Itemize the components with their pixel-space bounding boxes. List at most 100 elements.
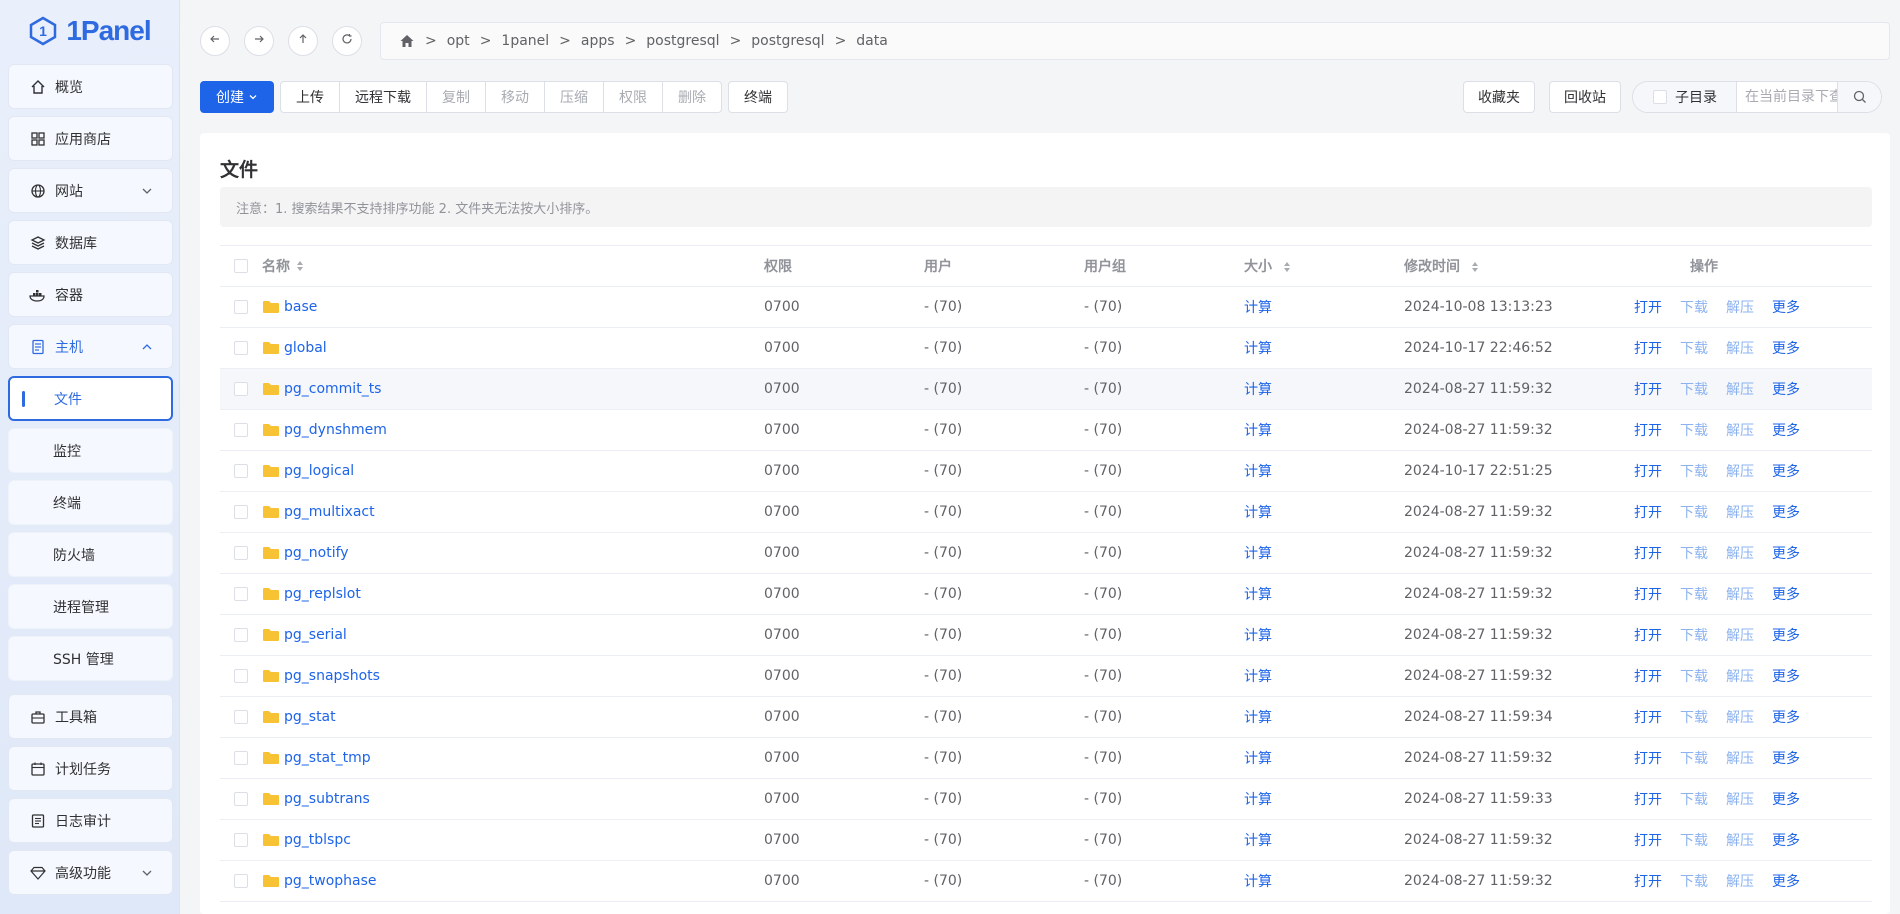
subdir-checkbox[interactable]: 子目录	[1633, 82, 1737, 112]
group-cell[interactable]: - (70)	[1084, 586, 1244, 602]
remote-download-button[interactable]: 远程下载	[339, 81, 427, 113]
open-link[interactable]: 打开	[1634, 748, 1662, 768]
breadcrumb-item[interactable]: postgresql	[646, 33, 719, 49]
more-link[interactable]: 更多	[1772, 297, 1800, 317]
logo[interactable]: 1 1Panel	[0, 0, 179, 62]
download-link[interactable]: 下载	[1680, 543, 1708, 563]
group-cell[interactable]: - (70)	[1084, 381, 1244, 397]
extract-link[interactable]: 解压	[1726, 543, 1754, 563]
file-name-cell[interactable]: pg_serial	[262, 627, 764, 643]
sidebar-item-overview[interactable]: 概览	[8, 64, 173, 109]
extract-link[interactable]: 解压	[1726, 830, 1754, 850]
user-cell[interactable]: - (70)	[924, 504, 1084, 520]
download-link[interactable]: 下载	[1680, 830, 1708, 850]
sidebar-item-container[interactable]: 容器	[8, 272, 173, 317]
file-name-cell[interactable]: pg_dynshmem	[262, 422, 764, 438]
row-checkbox[interactable]	[220, 792, 262, 806]
breadcrumb-item[interactable]: postgresql	[751, 33, 824, 49]
open-link[interactable]: 打开	[1634, 584, 1662, 604]
permission-cell[interactable]: 0700	[764, 668, 924, 684]
file-name[interactable]: pg_logical	[284, 463, 354, 479]
sidebar-item-logs[interactable]: 日志审计	[8, 798, 173, 843]
favorites-button[interactable]: 收藏夹	[1463, 81, 1535, 113]
sidebar-subitem-firewall[interactable]: 防火墙	[8, 532, 173, 577]
calculate-size-link[interactable]: 计算	[1244, 669, 1272, 685]
download-link[interactable]: 下载	[1680, 584, 1708, 604]
more-link[interactable]: 更多	[1772, 666, 1800, 686]
sidebar-subitem-files[interactable]: 文件	[8, 376, 173, 421]
download-link[interactable]: 下载	[1680, 379, 1708, 399]
user-cell[interactable]: - (70)	[924, 586, 1084, 602]
more-link[interactable]: 更多	[1772, 625, 1800, 645]
row-checkbox[interactable]	[220, 751, 262, 765]
table-row[interactable]: pg_dynshmem 0700- (70) - (70) 计算 2024-08-27 …	[220, 410, 1872, 451]
breadcrumb-item[interactable]: 1panel	[501, 33, 549, 49]
breadcrumb-item[interactable]: apps	[581, 33, 615, 49]
file-name[interactable]: pg_twophase	[284, 873, 377, 889]
move-button[interactable]: 移动	[485, 81, 545, 113]
table-row[interactable]: pg_subtrans 0700- (70) - (70) 计算 2024-08-27 …	[220, 779, 1872, 820]
permission-cell[interactable]: 0700	[764, 545, 924, 561]
permission-cell[interactable]: 0700	[764, 832, 924, 848]
permission-cell[interactable]: 0700	[764, 504, 924, 520]
user-cell[interactable]: - (70)	[924, 709, 1084, 725]
open-link[interactable]: 打开	[1634, 625, 1662, 645]
user-cell[interactable]: - (70)	[924, 668, 1084, 684]
download-link[interactable]: 下载	[1680, 420, 1708, 440]
delete-button[interactable]: 删除	[662, 81, 722, 113]
header-name[interactable]: 名称	[262, 256, 764, 276]
permission-cell[interactable]: 0700	[764, 627, 924, 643]
more-link[interactable]: 更多	[1772, 584, 1800, 604]
more-link[interactable]: 更多	[1772, 420, 1800, 440]
calculate-size-link[interactable]: 计算	[1244, 300, 1272, 316]
user-cell[interactable]: - (70)	[924, 791, 1084, 807]
file-name[interactable]: pg_commit_ts	[284, 381, 381, 397]
sidebar-subitem-process[interactable]: 进程管理	[8, 584, 173, 629]
sidebar-item-advanced[interactable]: 高级功能	[8, 850, 173, 895]
more-link[interactable]: 更多	[1772, 789, 1800, 809]
file-name-cell[interactable]: pg_stat_tmp	[262, 750, 764, 766]
table-row[interactable]: pg_logical 0700- (70) - (70) 计算 2024-10-17 2…	[220, 451, 1872, 492]
file-name[interactable]: pg_snapshots	[284, 668, 380, 684]
extract-link[interactable]: 解压	[1726, 379, 1754, 399]
file-name-cell[interactable]: pg_snapshots	[262, 668, 764, 684]
file-name[interactable]: pg_notify	[284, 545, 349, 561]
user-cell[interactable]: - (70)	[924, 463, 1084, 479]
group-cell[interactable]: - (70)	[1084, 750, 1244, 766]
calculate-size-link[interactable]: 计算	[1244, 505, 1272, 521]
download-link[interactable]: 下载	[1680, 297, 1708, 317]
more-link[interactable]: 更多	[1772, 871, 1800, 891]
open-link[interactable]: 打开	[1634, 502, 1662, 522]
table-row[interactable]: pg_replslot 0700- (70) - (70) 计算 2024-08-27 …	[220, 574, 1872, 615]
open-link[interactable]: 打开	[1634, 338, 1662, 358]
table-row[interactable]: pg_twophase 0700- (70) - (70) 计算 2024-08-27 …	[220, 861, 1872, 902]
header-modified[interactable]: 修改时间	[1404, 256, 1634, 276]
group-cell[interactable]: - (70)	[1084, 545, 1244, 561]
table-row[interactable]: pg_stat_tmp 0700- (70) - (70) 计算 2024-08-27 …	[220, 738, 1872, 779]
row-checkbox[interactable]	[220, 505, 262, 519]
extract-link[interactable]: 解压	[1726, 338, 1754, 358]
file-name[interactable]: pg_multixact	[284, 504, 375, 520]
forward-button[interactable]	[244, 26, 274, 56]
extract-link[interactable]: 解压	[1726, 502, 1754, 522]
file-name[interactable]: pg_replslot	[284, 586, 361, 602]
breadcrumb-item[interactable]: data	[856, 33, 888, 49]
extract-link[interactable]: 解压	[1726, 871, 1754, 891]
row-checkbox[interactable]	[220, 874, 262, 888]
extract-link[interactable]: 解压	[1726, 584, 1754, 604]
file-name[interactable]: pg_serial	[284, 627, 347, 643]
file-name-cell[interactable]: pg_logical	[262, 463, 764, 479]
extract-link[interactable]: 解压	[1726, 461, 1754, 481]
sidebar-subitem-terminal[interactable]: 终端	[8, 480, 173, 525]
calculate-size-link[interactable]: 计算	[1244, 751, 1272, 767]
open-link[interactable]: 打开	[1634, 461, 1662, 481]
file-name-cell[interactable]: pg_twophase	[262, 873, 764, 889]
search-input[interactable]	[1737, 82, 1837, 112]
permission-cell[interactable]: 0700	[764, 586, 924, 602]
sidebar-item-website[interactable]: 网站	[8, 168, 173, 213]
group-cell[interactable]: - (70)	[1084, 832, 1244, 848]
calculate-size-link[interactable]: 计算	[1244, 792, 1272, 808]
permission-cell[interactable]: 0700	[764, 340, 924, 356]
open-link[interactable]: 打开	[1634, 666, 1662, 686]
extract-link[interactable]: 解压	[1726, 666, 1754, 686]
